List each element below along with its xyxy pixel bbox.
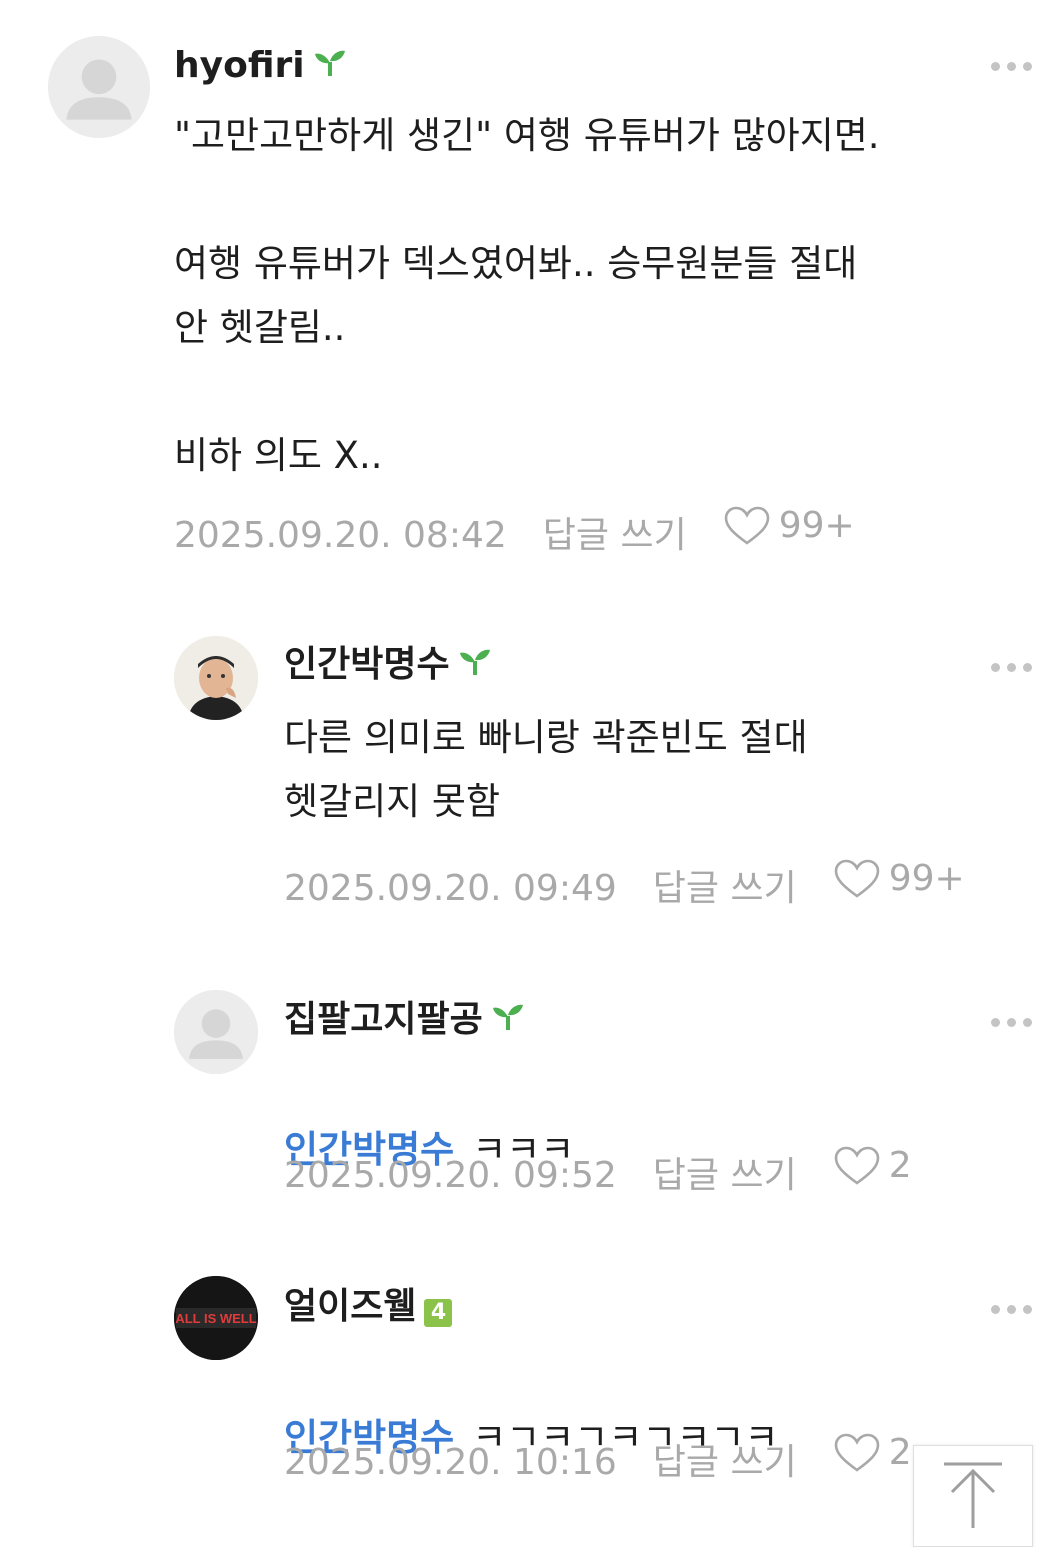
- comment-date: 2025.09.20. 09:52: [284, 1155, 617, 1196]
- like-count: 2: [888, 1432, 912, 1473]
- more-options-icon[interactable]: [984, 52, 1032, 72]
- more-options-icon[interactable]: [984, 653, 1032, 673]
- heart-icon: [724, 506, 770, 545]
- comment-date: 2025.09.20. 10:16: [284, 1442, 617, 1483]
- like-button[interactable]: 99+: [833, 857, 965, 901]
- reply-button[interactable]: 답글 쓰기: [653, 1155, 797, 1196]
- comment-text: "고만고만하게 생긴" 여행 유튜버가 많아지면. 여행 유튜버가 덱스였어봐.…: [174, 114, 880, 477]
- profile-photo: [174, 636, 258, 720]
- arrow-up-icon: [944, 1462, 1002, 1528]
- sprout-icon: [491, 999, 525, 1043]
- like-button[interactable]: 2: [833, 1144, 912, 1188]
- more-options-icon[interactable]: [984, 1295, 1032, 1315]
- avatar-text: ALL IS WELL: [175, 1311, 256, 1326]
- comment-meta: 2025.09.20. 10:16 답글 쓰기 2: [284, 1431, 912, 1485]
- comment-text: 다른 의미로 빠니랑 곽준빈도 절대 헷갈리지 못함: [284, 716, 808, 823]
- like-button[interactable]: 2: [833, 1431, 912, 1475]
- heart-icon: [834, 859, 880, 898]
- reply-button[interactable]: 답글 쓰기: [653, 868, 797, 909]
- heart-icon: [834, 1146, 880, 1185]
- reply-button[interactable]: 답글 쓰기: [543, 515, 687, 556]
- comment-author[interactable]: 집팔고지팔공: [284, 998, 525, 1043]
- default-avatar-icon: [174, 990, 258, 1074]
- sprout-icon: [458, 644, 492, 688]
- like-count: 99+: [888, 858, 965, 899]
- profile-photo: ALL IS WELL: [174, 1276, 258, 1360]
- comment-author[interactable]: 인간박명수: [284, 643, 492, 688]
- like-button[interactable]: 99+: [723, 504, 855, 548]
- comment-author[interactable]: hyofiri: [174, 44, 347, 89]
- sprout-icon: [313, 45, 347, 89]
- more-options-icon[interactable]: [984, 1008, 1032, 1028]
- default-avatar-icon: [48, 36, 150, 138]
- avatar[interactable]: [174, 636, 258, 720]
- comment-meta: 2025.09.20. 08:42 답글 쓰기 99+: [174, 504, 855, 558]
- like-count: 99+: [778, 505, 855, 546]
- avatar[interactable]: [48, 36, 150, 138]
- like-count: 2: [888, 1145, 912, 1186]
- comment-author[interactable]: 얼이즈웰 4: [284, 1285, 453, 1330]
- comment-date: 2025.09.20. 08:42: [174, 515, 507, 556]
- level-4-icon: 4: [424, 1286, 453, 1330]
- reply-button[interactable]: 답글 쓰기: [653, 1442, 797, 1483]
- avatar[interactable]: [174, 990, 258, 1074]
- comment-date: 2025.09.20. 09:49: [284, 868, 617, 909]
- comment-meta: 2025.09.20. 09:49 답글 쓰기 99+: [284, 857, 965, 911]
- avatar[interactable]: ALL IS WELL: [174, 1276, 258, 1360]
- heart-icon: [834, 1433, 880, 1472]
- comment-meta: 2025.09.20. 09:52 답글 쓰기 2: [284, 1144, 912, 1198]
